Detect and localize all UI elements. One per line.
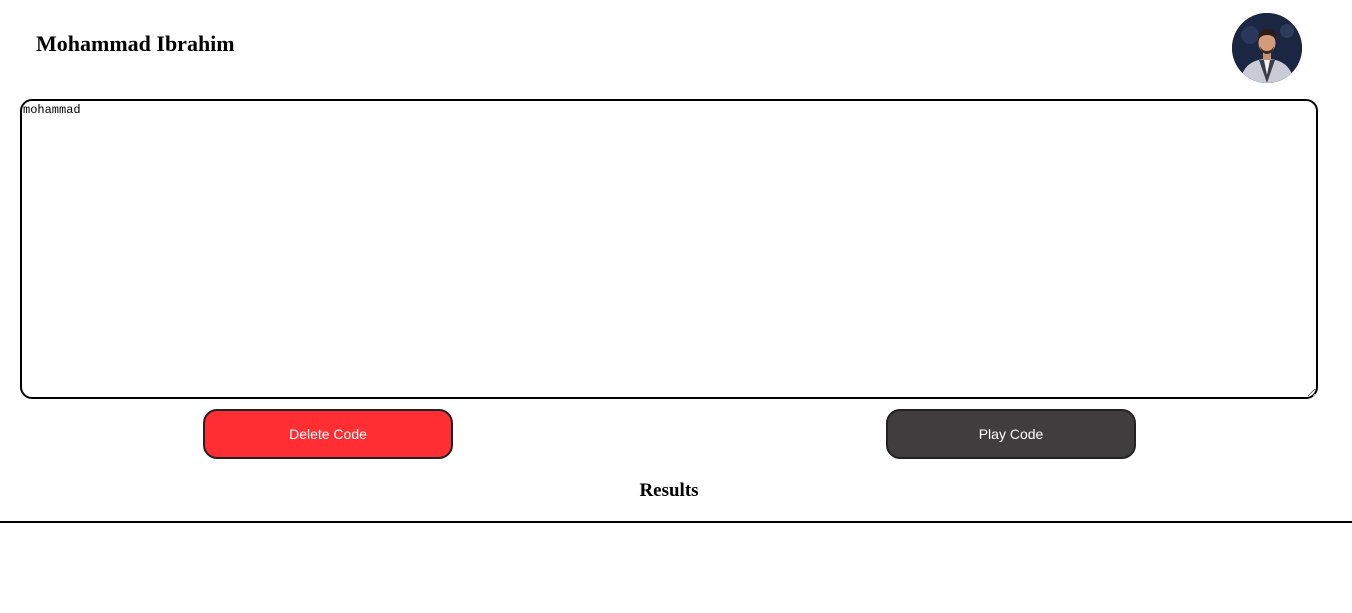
delete-code-button[interactable]: Delete Code	[203, 409, 453, 459]
avatar	[1232, 13, 1302, 83]
play-code-button[interactable]: Play Code	[886, 409, 1136, 459]
code-editor[interactable]: mohammad	[20, 99, 1318, 399]
avatar-portrait-icon	[1232, 13, 1302, 83]
site-title: Mohammad Ibrahim	[36, 31, 235, 56]
results-divider	[0, 521, 1352, 523]
results-output	[0, 525, 1352, 613]
page-header: Mohammad Ibrahim	[0, 0, 1352, 96]
results-title: Results	[639, 480, 699, 501]
